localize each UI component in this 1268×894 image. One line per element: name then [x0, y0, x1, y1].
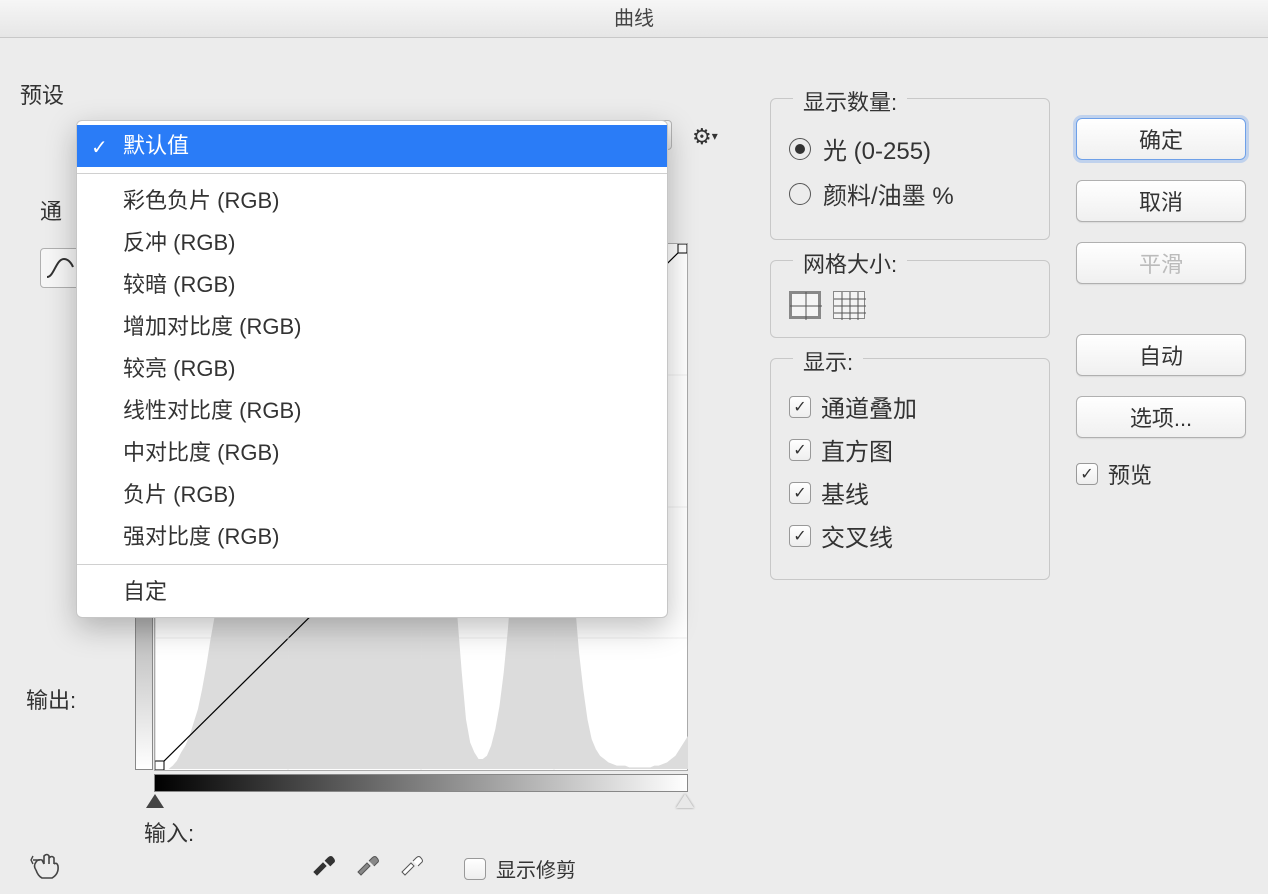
preset-option-custom[interactable]: 自定 [77, 571, 667, 613]
show-check-1[interactable]: ✓直方图 [789, 432, 1031, 467]
preset-option-default[interactable]: ✓ 默认值 [77, 125, 667, 167]
preset-option-4[interactable]: 较亮 (RGB) [77, 348, 667, 390]
checkbox-icon[interactable]: ✓ [789, 439, 811, 461]
options-button[interactable]: 选项... [1076, 396, 1246, 438]
cancel-button[interactable]: 取消 [1076, 180, 1246, 222]
check-icon: ✓ [91, 133, 108, 163]
checkbox-icon[interactable]: ✓ [789, 396, 811, 418]
checkbox-icon[interactable]: ✓ [789, 525, 811, 547]
preset-option-5[interactable]: 线性对比度 (RGB) [77, 390, 667, 432]
show-group-title: 显示: [793, 345, 863, 377]
checkbox-icon[interactable]: ✓ [789, 482, 811, 504]
ok-button[interactable]: 确定 [1076, 118, 1246, 160]
input-label: 输入: [144, 816, 194, 848]
preview-label: 预览 [1108, 458, 1152, 490]
radio-pigment[interactable]: 颜料/油墨 % [789, 176, 1031, 211]
channel-label: 通 [40, 194, 62, 226]
preset-dropdown[interactable]: ✓ 默认值 彩色负片 (RGB)反冲 (RGB)较暗 (RGB)增加对比度 (R… [76, 120, 668, 618]
preset-option-7[interactable]: 负片 (RGB) [77, 474, 667, 516]
grid-size-title: 网格大小: [793, 247, 907, 279]
gray-eyedropper-icon[interactable] [354, 850, 380, 883]
preset-option-3[interactable]: 增加对比度 (RGB) [77, 306, 667, 348]
display-amount-group: 显示数量: 光 (0-255) 颜料/油墨 % [770, 98, 1050, 240]
grid-large-icon[interactable] [789, 291, 821, 319]
white-eyedropper-icon[interactable] [398, 850, 424, 883]
black-point-slider[interactable] [146, 794, 164, 808]
grid-size-group: 网格大小: [770, 260, 1050, 338]
preview-checkbox[interactable]: ✓ [1076, 463, 1098, 485]
gear-icon[interactable]: ⚙︎▾ [692, 124, 718, 150]
grid-small-icon[interactable] [833, 291, 865, 319]
show-check-0[interactable]: ✓通道叠加 [789, 389, 1031, 424]
preset-label: 预设 [20, 78, 64, 110]
preset-option-2[interactable]: 较暗 (RGB) [77, 264, 667, 306]
show-clipping-checkbox[interactable] [464, 858, 486, 880]
adjust-on-image-icon[interactable] [30, 850, 64, 887]
show-check-2[interactable]: ✓基线 [789, 475, 1031, 510]
smooth-button[interactable]: 平滑 [1076, 242, 1246, 284]
show-group: 显示: ✓通道叠加✓直方图✓基线✓交叉线 [770, 358, 1050, 580]
preset-option-6[interactable]: 中对比度 (RGB) [77, 432, 667, 474]
preset-option-1[interactable]: 反冲 (RGB) [77, 222, 667, 264]
show-check-3[interactable]: ✓交叉线 [789, 518, 1031, 553]
radio-light[interactable]: 光 (0-255) [789, 131, 1031, 166]
black-eyedropper-icon[interactable] [310, 850, 336, 883]
show-clipping-label: 显示修剪 [496, 854, 576, 883]
auto-button[interactable]: 自动 [1076, 334, 1246, 376]
curve-draw-tool[interactable] [40, 248, 80, 288]
output-label: 输出: [26, 683, 76, 715]
preset-option-8[interactable]: 强对比度 (RGB) [77, 516, 667, 558]
input-gradient [154, 774, 688, 792]
white-point-slider[interactable] [676, 794, 694, 808]
preset-option-0[interactable]: 彩色负片 (RGB) [77, 180, 667, 222]
display-amount-title: 显示数量: [793, 85, 907, 117]
window-title: 曲线 [0, 0, 1268, 38]
